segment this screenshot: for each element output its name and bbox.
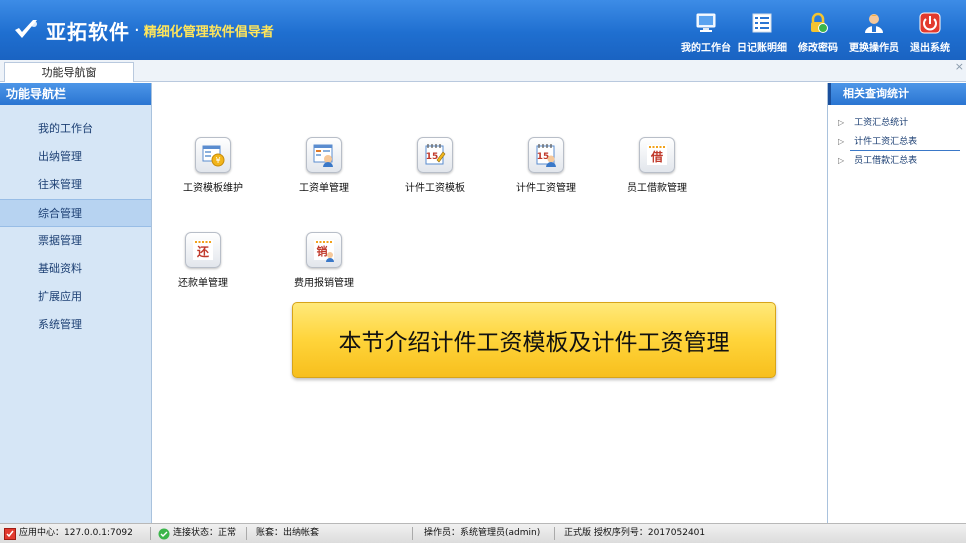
expense-icon: 销 bbox=[306, 232, 342, 268]
intro-banner: 本节介绍计件工资模板及计件工资管理 bbox=[292, 302, 776, 378]
change-password-button[interactable]: 修改密码 bbox=[790, 4, 846, 58]
nav-item-system[interactable]: 系统管理 bbox=[0, 311, 151, 339]
power-icon bbox=[918, 11, 942, 35]
tile-label: 员工借款管理 bbox=[627, 183, 687, 194]
journal-detail-button[interactable]: 日记账明细 bbox=[734, 4, 790, 58]
related-query-title: 相关查询统计 bbox=[828, 83, 966, 105]
my-workbench-button[interactable]: 我的工作台 bbox=[678, 4, 734, 58]
tile-label: 工资单管理 bbox=[299, 183, 349, 194]
loan-icon: 借 bbox=[639, 137, 675, 173]
logo-check-icon bbox=[15, 20, 37, 38]
change-password-label: 修改密码 bbox=[798, 43, 838, 54]
tile-label: 费用报销管理 bbox=[294, 278, 354, 289]
status-divider bbox=[246, 527, 247, 540]
exit-system-label: 退出系统 bbox=[910, 43, 950, 54]
header-toolbar: 我的工作台 日记账明细 修改密码 更换操作员 退出系统 bbox=[678, 4, 958, 58]
nav-item-my-workbench[interactable]: 我的工作台 bbox=[0, 115, 151, 143]
status-operator: 操作员：系统管理员(admin) bbox=[424, 524, 540, 543]
logo: 亚拓软件 · 精细化管理软件倡导者 bbox=[12, 14, 274, 46]
triangle-right-icon: ▷ bbox=[838, 118, 845, 127]
query-item-label: 计件工资汇总表 bbox=[854, 137, 918, 147]
piecework-template-icon: 15 bbox=[417, 137, 453, 173]
ledger-icon bbox=[750, 11, 774, 35]
app-slogan: 精细化管理软件倡导者 bbox=[143, 24, 274, 40]
tile-label: 还款单管理 bbox=[178, 278, 228, 289]
status-account: 账套：出纳帐套 bbox=[256, 524, 319, 543]
tile-payslip[interactable]: 工资单管理 bbox=[279, 137, 369, 217]
tile-employee-loan[interactable]: 借 员工借款管理 bbox=[612, 137, 702, 217]
status-connection: 连接状态：正常 bbox=[158, 524, 236, 543]
status-bar: 应用中心：127.0.0.1:7092 连接状态：正常 账套：出纳帐套 操作员：… bbox=[0, 523, 966, 543]
tile-piecework-template[interactable]: 15 计件工资模板 bbox=[390, 137, 480, 217]
monitor-icon bbox=[694, 11, 718, 35]
intro-banner-text: 本节介绍计件工资模板及计件工资管理 bbox=[338, 330, 730, 356]
check-circle-icon bbox=[158, 528, 170, 539]
app-header: 亚拓软件 · 精细化管理软件倡导者 我的工作台 日记账明细 修改密码 更换操作员… bbox=[0, 0, 966, 60]
query-item-label: 工资汇总统计 bbox=[854, 118, 909, 128]
payslip-icon bbox=[306, 137, 342, 173]
svg-text:15: 15 bbox=[537, 152, 550, 162]
status-divider bbox=[554, 527, 555, 540]
nav-item-bills[interactable]: 票据管理 bbox=[0, 227, 151, 255]
main-content: ¥ 工资模板维护 工资单管理 15 计件工资模板 15 计件工资管理 借 员工借… bbox=[153, 83, 827, 523]
nav-item-extensions[interactable]: 扩展应用 bbox=[0, 283, 151, 311]
tab-strip: 功能导航窗 × bbox=[0, 60, 966, 82]
tile-repayment[interactable]: 还 还款单管理 bbox=[158, 232, 248, 312]
app-center-text: 应用中心：127.0.0.1:7092 bbox=[19, 528, 133, 538]
related-query-list: ▷ 工资汇总统计 ▷ 计件工资汇总表 ▷ 员工借款汇总表 bbox=[828, 105, 966, 170]
piecework-manage-icon: 15 bbox=[528, 137, 564, 173]
switch-operator-button[interactable]: 更换操作员 bbox=[846, 4, 902, 58]
status-divider bbox=[150, 527, 151, 540]
tile-label: 计件工资管理 bbox=[516, 183, 576, 194]
tile-label: 计件工资模板 bbox=[405, 183, 465, 194]
logo-separator: · bbox=[134, 19, 140, 41]
license-text: 正式版 授权序列号：2017052401 bbox=[564, 528, 706, 538]
triangle-right-icon: ▷ bbox=[838, 156, 845, 165]
journal-detail-label: 日记账明细 bbox=[737, 43, 787, 54]
repayment-glyph: 还 bbox=[196, 244, 210, 259]
nav-panel-title: 功能导航栏 bbox=[0, 83, 151, 105]
nav-item-basic-data[interactable]: 基础资料 bbox=[0, 255, 151, 283]
my-workbench-label: 我的工作台 bbox=[681, 43, 731, 54]
status-divider bbox=[412, 527, 413, 540]
status-license: 正式版 授权序列号：2017052401 bbox=[564, 524, 705, 543]
tile-label: 工资模板维护 bbox=[183, 183, 243, 194]
query-item-label: 员工借款汇总表 bbox=[854, 156, 918, 166]
exit-system-button[interactable]: 退出系统 bbox=[902, 4, 958, 58]
app-center-icon bbox=[4, 527, 16, 540]
related-query-panel: 相关查询统计 ▷ 工资汇总统计 ▷ 计件工资汇总表 ▷ 员工借款汇总表 bbox=[827, 83, 966, 523]
triangle-right-icon: ▷ bbox=[838, 137, 845, 146]
nav-list: 我的工作台 出纳管理 往来管理 综合管理 票据管理 基础资料 扩展应用 系统管理 bbox=[0, 105, 151, 339]
repayment-icon: 还 bbox=[185, 232, 221, 268]
tab-function-navigation[interactable]: 功能导航窗 bbox=[4, 62, 134, 82]
user-icon bbox=[862, 11, 886, 35]
app-name: 亚拓软件 bbox=[46, 19, 130, 44]
switch-operator-label: 更换操作员 bbox=[849, 43, 899, 54]
account-text: 账套：出纳帐套 bbox=[256, 528, 320, 538]
expense-glyph: 销 bbox=[317, 244, 328, 258]
nav-item-cashier[interactable]: 出纳管理 bbox=[0, 143, 151, 171]
tile-salary-template[interactable]: ¥ 工资模板维护 bbox=[168, 137, 258, 217]
operator-text: 操作员：系统管理员(admin) bbox=[424, 528, 541, 538]
lock-icon bbox=[806, 11, 830, 35]
svg-text:15: 15 bbox=[426, 152, 439, 162]
svg-text:¥: ¥ bbox=[215, 156, 220, 165]
nav-item-receivables[interactable]: 往来管理 bbox=[0, 171, 151, 199]
salary-template-icon: ¥ bbox=[195, 137, 231, 173]
status-app-center: 应用中心：127.0.0.1:7092 bbox=[4, 524, 133, 543]
tile-expense-reimbursement[interactable]: 销 费用报销管理 bbox=[279, 232, 369, 312]
tile-piecework-manage[interactable]: 15 计件工资管理 bbox=[501, 137, 591, 217]
function-nav-panel: 功能导航栏 我的工作台 出纳管理 往来管理 综合管理 票据管理 基础资料 扩展应… bbox=[0, 83, 152, 523]
close-icon[interactable]: × bbox=[955, 60, 964, 73]
loan-glyph: 借 bbox=[650, 149, 663, 164]
connection-text: 连接状态：正常 bbox=[173, 528, 237, 538]
query-item-salary-summary[interactable]: ▷ 工资汇总统计 bbox=[828, 113, 966, 132]
query-item-piecework-summary[interactable]: ▷ 计件工资汇总表 bbox=[828, 132, 966, 151]
query-item-loan-summary[interactable]: ▷ 员工借款汇总表 bbox=[828, 151, 966, 170]
nav-item-general[interactable]: 综合管理 bbox=[0, 199, 151, 227]
